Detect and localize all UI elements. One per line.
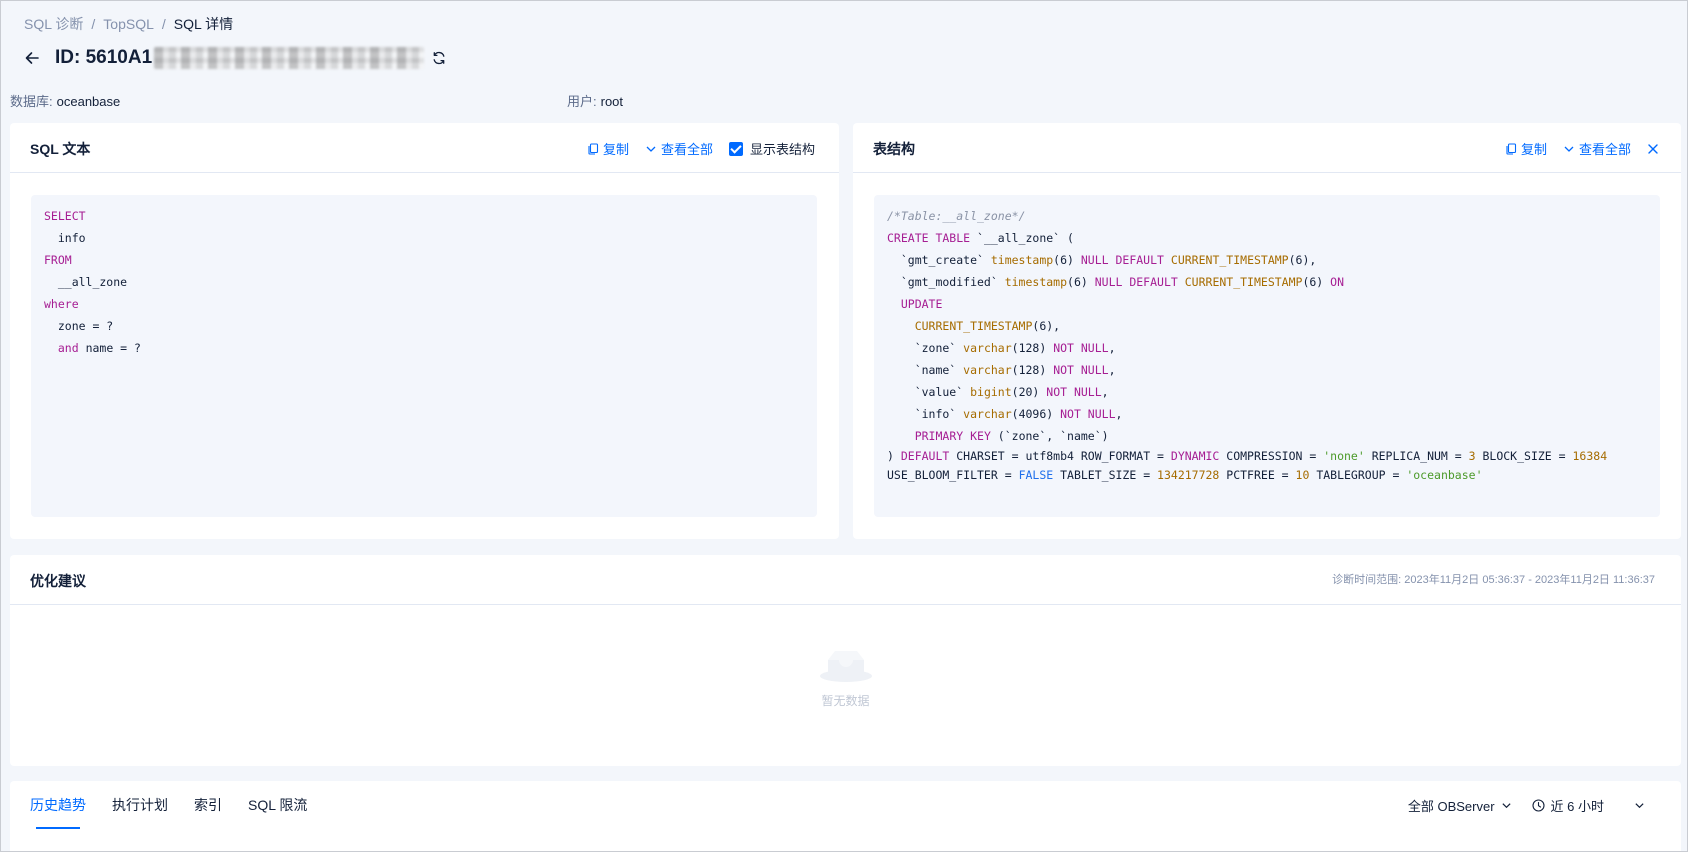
sql-copy-label: 复制 <box>602 142 629 157</box>
code-line: info <box>44 231 86 245</box>
clock-icon <box>1531 799 1545 812</box>
code-line: CREATE TABLE `__all_zone` ( <box>887 231 1074 245</box>
chevron-down-icon <box>646 146 656 152</box>
code-line: FROM <box>44 253 72 267</box>
time-range-value: 近 6 小时 <box>1550 799 1604 814</box>
code-line: /*Table:__all_zone*/ <box>887 209 1026 223</box>
show-schema-label: 显示表结构 <box>749 142 815 157</box>
empty-box-icon <box>819 651 872 682</box>
sql-text-card: SQL 文本 复制 查看全部 显示表结构 SELECT info FROM __… <box>10 123 839 539</box>
bottom-tab-tools: 全部 OBServer 近 6 小时 <box>1408 796 1645 815</box>
advice-card-header: 优化建议 诊断时间范围: 2023年11月2日 05:36:37 - 2023年… <box>10 555 1681 605</box>
observer-select[interactable]: 全部 OBServer <box>1408 796 1512 815</box>
user-value: root <box>600 94 624 109</box>
breadcrumb-sql-diagnosis[interactable]: SQL 诊断 <box>24 14 83 34</box>
schema-view-all-label: 查看全部 <box>1578 142 1631 157</box>
schema-copy-button[interactable]: 复制 <box>1505 139 1547 158</box>
diagnosis-time-range: 诊断时间范围: 2023年11月2日 05:36:37 - 2023年11月2日… <box>1332 574 1655 586</box>
schema-card-tools: 复制 查看全部 <box>1505 139 1659 158</box>
code-line: `name` varchar(128) NOT NULL, <box>887 363 1116 377</box>
empty-text: 暂无数据 <box>821 694 870 708</box>
sql-view-all-button[interactable]: 查看全部 <box>645 139 713 158</box>
empty-state: 暂无数据 <box>10 645 1681 709</box>
code-line: ) DEFAULT CHARSET = utf8mb4 ROW_FORMAT =… <box>887 449 1608 463</box>
database-value: oceanbase <box>56 94 121 109</box>
page-frame: SQL 诊断 / TopSQL / SQL 详情 ID: 5610A1 数据库:… <box>0 0 1688 852</box>
tab-history-trend[interactable]: 历史趋势 <box>30 795 86 829</box>
code-line: `value` bigint(20) NOT NULL, <box>887 385 1109 399</box>
user-meta: 用户: root <box>567 91 623 110</box>
schema-card-header: 表结构 复制 查看全部 <box>853 123 1681 173</box>
refresh-icon[interactable] <box>432 51 446 65</box>
copy-icon <box>588 142 599 155</box>
database-meta: 数据库: oceanbase <box>10 91 120 110</box>
chevron-down-icon <box>1564 146 1574 152</box>
close-icon[interactable] <box>1647 143 1659 155</box>
sql-view-all-label: 查看全部 <box>660 142 713 157</box>
masked-id <box>154 47 425 69</box>
sql-copy-button[interactable]: 复制 <box>587 139 629 158</box>
code-line: CURRENT_TIMESTAMP(6), <box>914 319 1061 333</box>
copy-icon <box>1506 142 1517 155</box>
schema-copy-label: 复制 <box>1520 142 1547 157</box>
page-title: ID: 5610A1 <box>55 47 153 68</box>
bottom-tabs-card: 历史趋势 执行计划 索引 SQL 限流 全部 OBServer 近 6 小时 <box>10 781 1681 851</box>
code-line: `gmt_modified` timestamp(6) NULL DEFAULT… <box>887 275 1345 289</box>
show-schema-checkbox[interactable]: 显示表结构 <box>728 139 815 158</box>
time-range-select[interactable]: 近 6 小时 <box>1531 796 1645 815</box>
code-line: `zone` varchar(128) NOT NULL, <box>887 341 1116 355</box>
advice-card-title: 优化建议 <box>30 573 86 589</box>
observer-select-value: 全部 OBServer <box>1407 799 1495 814</box>
code-line: `info` varchar(4096) NOT NULL, <box>887 407 1123 421</box>
back-arrow-icon[interactable] <box>23 49 41 67</box>
tab-execution-plan[interactable]: 执行计划 <box>112 795 168 829</box>
breadcrumb-topsql[interactable]: TopSQL <box>103 16 154 32</box>
sql-card-tools: 复制 查看全部 显示表结构 <box>587 139 815 158</box>
code-line: zone = ? <box>44 319 114 333</box>
tab-sql-throttle[interactable]: SQL 限流 <box>248 795 307 829</box>
chevron-down-icon <box>1501 803 1511 809</box>
code-line: and name = ? <box>57 341 141 355</box>
schema-code-block[interactable]: /*Table:__all_zone*/ CREATE TABLE `__all… <box>874 195 1660 517</box>
sql-card-title: SQL 文本 <box>30 141 91 157</box>
code-line: `gmt_create` timestamp(6) NULL DEFAULT C… <box>887 253 1317 267</box>
code-line: PRIMARY KEY (`zone`, `name`) <box>914 429 1109 443</box>
schema-card-title: 表结构 <box>873 141 915 157</box>
code-line: USE_BLOOM_FILTER = FALSE TABLET_SIZE = 1… <box>887 468 1483 482</box>
breadcrumb-separator: / <box>161 16 166 32</box>
code-line: __all_zone <box>44 275 128 289</box>
checkbox-checked-icon <box>728 141 743 156</box>
table-schema-card: 表结构 复制 查看全部 /*Table:__all_zone*/ CREATE … <box>853 123 1681 539</box>
sql-card-header: SQL 文本 复制 查看全部 显示表结构 <box>10 123 839 173</box>
code-line: SELECT <box>44 209 86 223</box>
tab-index[interactable]: 索引 <box>194 795 222 829</box>
bottom-tabs: 历史趋势 执行计划 索引 SQL 限流 <box>30 795 307 829</box>
schema-view-all-button[interactable]: 查看全部 <box>1563 139 1631 158</box>
user-label: 用户: <box>567 94 597 109</box>
code-line: where <box>44 297 79 311</box>
database-label: 数据库: <box>10 94 53 109</box>
chevron-down-icon <box>1635 803 1644 809</box>
optimization-advice-card: 优化建议 诊断时间范围: 2023年11月2日 05:36:37 - 2023年… <box>10 555 1681 766</box>
breadcrumb-sql-detail: SQL 详情 <box>173 16 234 32</box>
breadcrumb-separator: / <box>91 16 96 32</box>
title-row: ID: 5610A1 <box>23 45 446 71</box>
code-line: UPDATE <box>900 297 943 311</box>
sql-code-block[interactable]: SELECT info FROM __all_zone where zone =… <box>31 195 817 517</box>
breadcrumb: SQL 诊断 / TopSQL / SQL 详情 <box>24 14 233 34</box>
